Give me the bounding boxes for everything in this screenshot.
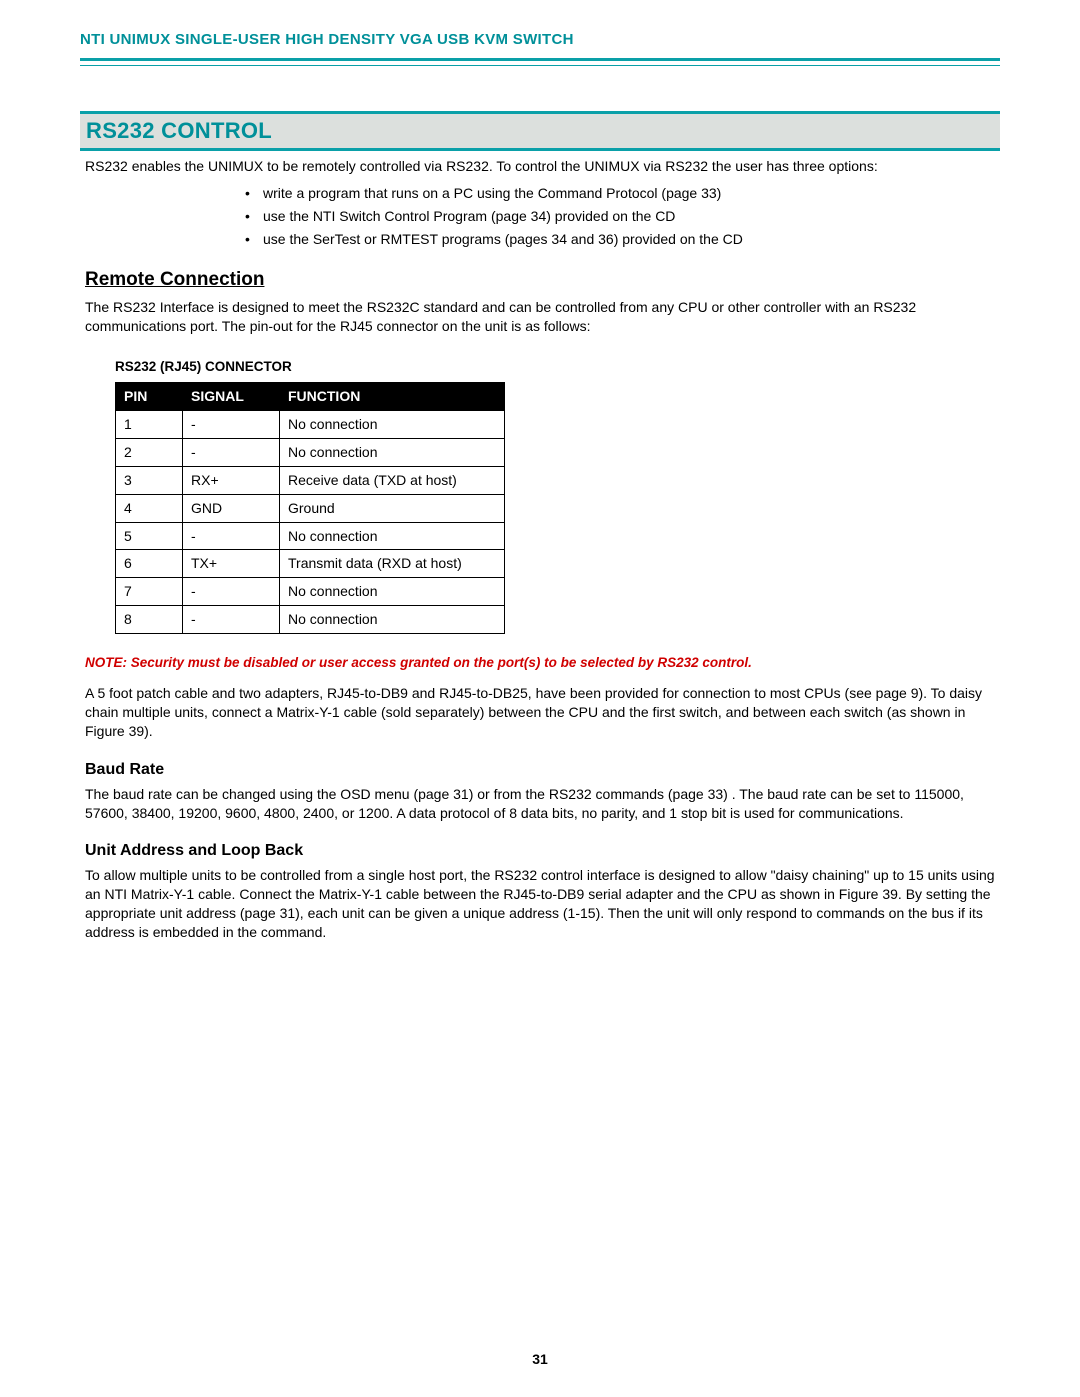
document-page: NTI UNIMUX SINGLE-USER HIGH DENSITY VGA … <box>0 0 1080 1397</box>
list-item: use the SerTest or RMTEST programs (page… <box>245 230 1000 249</box>
table-row: 2-No connection <box>116 438 505 466</box>
security-note: NOTE: Security must be disabled or user … <box>85 654 1000 672</box>
section-banner: RS232 CONTROL <box>80 111 1000 151</box>
remote-connection-heading: Remote Connection <box>85 267 1000 293</box>
list-item: use the NTI Switch Control Program (page… <box>245 207 1000 226</box>
table-row: 4GNDGround <box>116 494 505 522</box>
table-row: 5-No connection <box>116 522 505 550</box>
table-row: 6TX+Transmit data (RXD at host) <box>116 550 505 578</box>
connector-table-title: RS232 (RJ45) CONNECTOR <box>115 358 505 376</box>
th-function: FUNCTION <box>280 383 505 411</box>
th-pin: PIN <box>116 383 183 411</box>
page-number: 31 <box>0 1350 1080 1369</box>
remote-connection-text: The RS232 Interface is designed to meet … <box>85 298 1000 336</box>
patch-cable-text: A 5 foot patch cable and two adapters, R… <box>85 684 1000 741</box>
header-rule-bottom <box>80 65 1000 66</box>
table-row: 1-No connection <box>116 411 505 439</box>
table-row: 7-No connection <box>116 578 505 606</box>
baud-rate-text: The baud rate can be changed using the O… <box>85 785 1000 823</box>
options-list: write a program that runs on a PC using … <box>245 184 1000 249</box>
th-signal: SIGNAL <box>183 383 280 411</box>
unit-address-heading: Unit Address and Loop Back <box>85 840 1000 862</box>
page-header-title: NTI UNIMUX SINGLE-USER HIGH DENSITY VGA … <box>80 30 1000 50</box>
connector-table: PIN SIGNAL FUNCTION 1-No connection 2-No… <box>115 382 505 634</box>
connector-table-wrap: RS232 (RJ45) CONNECTOR PIN SIGNAL FUNCTI… <box>115 358 505 634</box>
baud-rate-heading: Baud Rate <box>85 759 1000 781</box>
table-row: 3RX+Receive data (TXD at host) <box>116 466 505 494</box>
intro-text: RS232 enables the UNIMUX to be remotely … <box>85 157 1000 176</box>
list-item: write a program that runs on a PC using … <box>245 184 1000 203</box>
unit-address-text: To allow multiple units to be controlled… <box>85 866 1000 942</box>
table-row: 8-No connection <box>116 606 505 634</box>
